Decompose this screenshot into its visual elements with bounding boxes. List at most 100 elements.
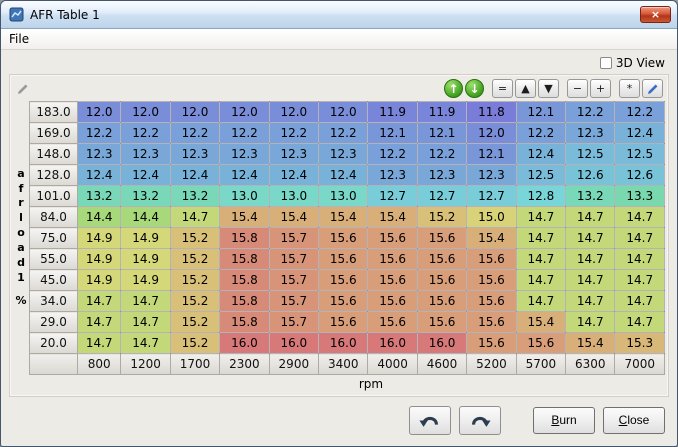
table-cell[interactable]: 16.0 (319, 333, 368, 354)
table-cell[interactable]: 12.4 (319, 165, 368, 186)
table-cell[interactable]: 15.4 (368, 207, 417, 228)
table-cell[interactable]: 12.1 (467, 144, 516, 165)
table-cell[interactable]: 12.5 (516, 165, 565, 186)
table-cell[interactable]: 14.9 (121, 228, 170, 249)
table-cell[interactable]: 15.4 (220, 207, 269, 228)
table-cell[interactable]: 15.2 (170, 333, 219, 354)
table-cell[interactable]: 14.7 (78, 291, 121, 312)
table-cell[interactable]: 14.7 (516, 207, 565, 228)
table-cell[interactable]: 12.4 (269, 165, 318, 186)
table-cell[interactable]: 13.0 (269, 186, 318, 207)
table-cell[interactable]: 12.0 (220, 102, 269, 123)
scale-down-button[interactable]: ↓ (465, 79, 484, 98)
table-cell[interactable]: 15.6 (467, 249, 516, 270)
table-cell[interactable]: 13.0 (220, 186, 269, 207)
table-cell[interactable]: 14.7 (566, 312, 615, 333)
table-cell[interactable]: 13.2 (170, 186, 219, 207)
table-cell[interactable]: 12.1 (417, 123, 466, 144)
table-cell[interactable]: 15.2 (417, 207, 466, 228)
table-cell[interactable]: 14.9 (78, 249, 121, 270)
increment-button[interactable]: ▲ (515, 79, 536, 98)
table-cell[interactable]: 12.7 (467, 186, 516, 207)
table-cell[interactable]: 15.7 (269, 312, 318, 333)
table-cell[interactable]: 12.7 (368, 186, 417, 207)
table-cell[interactable]: 14.9 (78, 228, 121, 249)
edit-pencil-button[interactable] (642, 79, 663, 98)
table-cell[interactable]: 15.7 (269, 228, 318, 249)
table-cell[interactable]: 12.0 (78, 102, 121, 123)
table-cell[interactable]: 14.7 (78, 333, 121, 354)
table-cell[interactable]: 15.6 (467, 312, 516, 333)
table-cell[interactable]: 12.5 (566, 144, 615, 165)
table-cell[interactable]: 15.4 (467, 228, 516, 249)
table-cell[interactable]: 13.3 (615, 186, 665, 207)
table-cell[interactable]: 11.8 (467, 102, 516, 123)
table-cell[interactable]: 14.7 (615, 312, 665, 333)
table-cell[interactable]: 15.2 (170, 270, 219, 291)
table-cell[interactable]: 15.4 (566, 333, 615, 354)
table-cell[interactable]: 14.7 (516, 291, 565, 312)
table-cell[interactable]: 12.2 (121, 123, 170, 144)
table-cell[interactable]: 15.6 (417, 312, 466, 333)
table-cell[interactable]: 15.6 (417, 291, 466, 312)
table-cell[interactable]: 12.2 (615, 102, 665, 123)
table-cell[interactable]: 15.6 (368, 270, 417, 291)
table-cell[interactable]: 15.6 (467, 291, 516, 312)
table-cell[interactable]: 12.2 (566, 102, 615, 123)
table-cell[interactable]: 15.8 (220, 291, 269, 312)
table-cell[interactable]: 12.2 (170, 123, 219, 144)
table-cell[interactable]: 15.4 (269, 207, 318, 228)
table-cell[interactable]: 16.0 (417, 333, 466, 354)
table-cell[interactable]: 14.7 (566, 291, 615, 312)
table-cell[interactable]: 16.0 (368, 333, 417, 354)
table-cell[interactable]: 14.4 (78, 207, 121, 228)
table-cell[interactable]: 12.1 (516, 102, 565, 123)
table-cell[interactable]: 14.7 (615, 249, 665, 270)
table-cell[interactable]: 14.7 (121, 312, 170, 333)
table-cell[interactable]: 12.2 (220, 123, 269, 144)
table-cell[interactable]: 15.7 (269, 270, 318, 291)
redo-button[interactable] (459, 406, 501, 435)
table-cell[interactable]: 14.7 (566, 270, 615, 291)
table-cell[interactable]: 13.2 (121, 186, 170, 207)
table-cell[interactable]: 14.7 (516, 249, 565, 270)
table-cell[interactable]: 12.3 (368, 165, 417, 186)
set-value-button[interactable]: = (492, 79, 513, 98)
table-cell[interactable]: 12.2 (368, 144, 417, 165)
table-cell[interactable]: 12.0 (170, 102, 219, 123)
table-cell[interactable]: 12.0 (269, 102, 318, 123)
table-cell[interactable]: 12.3 (417, 165, 466, 186)
table-cell[interactable]: 15.3 (615, 333, 665, 354)
table-cell[interactable]: 14.7 (78, 312, 121, 333)
close-button[interactable]: Close (603, 407, 665, 434)
table-cell[interactable]: 12.3 (78, 144, 121, 165)
table-cell[interactable]: 12.4 (170, 165, 219, 186)
table-cell[interactable]: 12.1 (368, 123, 417, 144)
table-cell[interactable]: 14.7 (566, 249, 615, 270)
table-cell[interactable]: 11.9 (417, 102, 466, 123)
table-cell[interactable]: 13.2 (566, 186, 615, 207)
table-cell[interactable]: 14.7 (121, 333, 170, 354)
table-cell[interactable]: 12.4 (516, 144, 565, 165)
table-cell[interactable]: 16.0 (220, 333, 269, 354)
table-cell[interactable]: 12.4 (78, 165, 121, 186)
table-cell[interactable]: 15.6 (319, 249, 368, 270)
table-cell[interactable]: 15.4 (319, 207, 368, 228)
table-cell[interactable]: 12.5 (615, 144, 665, 165)
undo-button[interactable] (409, 406, 451, 435)
table-cell[interactable]: 12.3 (467, 165, 516, 186)
table-cell[interactable]: 12.4 (121, 165, 170, 186)
table-cell[interactable]: 15.2 (170, 291, 219, 312)
table-cell[interactable]: 12.0 (319, 102, 368, 123)
table-cell[interactable]: 12.2 (516, 123, 565, 144)
table-cell[interactable]: 14.7 (615, 291, 665, 312)
table-cell[interactable]: 14.7 (566, 207, 615, 228)
table-cell[interactable]: 14.7 (615, 207, 665, 228)
table-cell[interactable]: 15.2 (170, 228, 219, 249)
table-cell[interactable]: 15.2 (170, 249, 219, 270)
table-cell[interactable]: 12.3 (220, 144, 269, 165)
table-cell[interactable]: 15.6 (417, 228, 466, 249)
add-button[interactable]: + (590, 79, 611, 98)
table-cell[interactable]: 12.4 (220, 165, 269, 186)
table-cell[interactable]: 11.9 (368, 102, 417, 123)
